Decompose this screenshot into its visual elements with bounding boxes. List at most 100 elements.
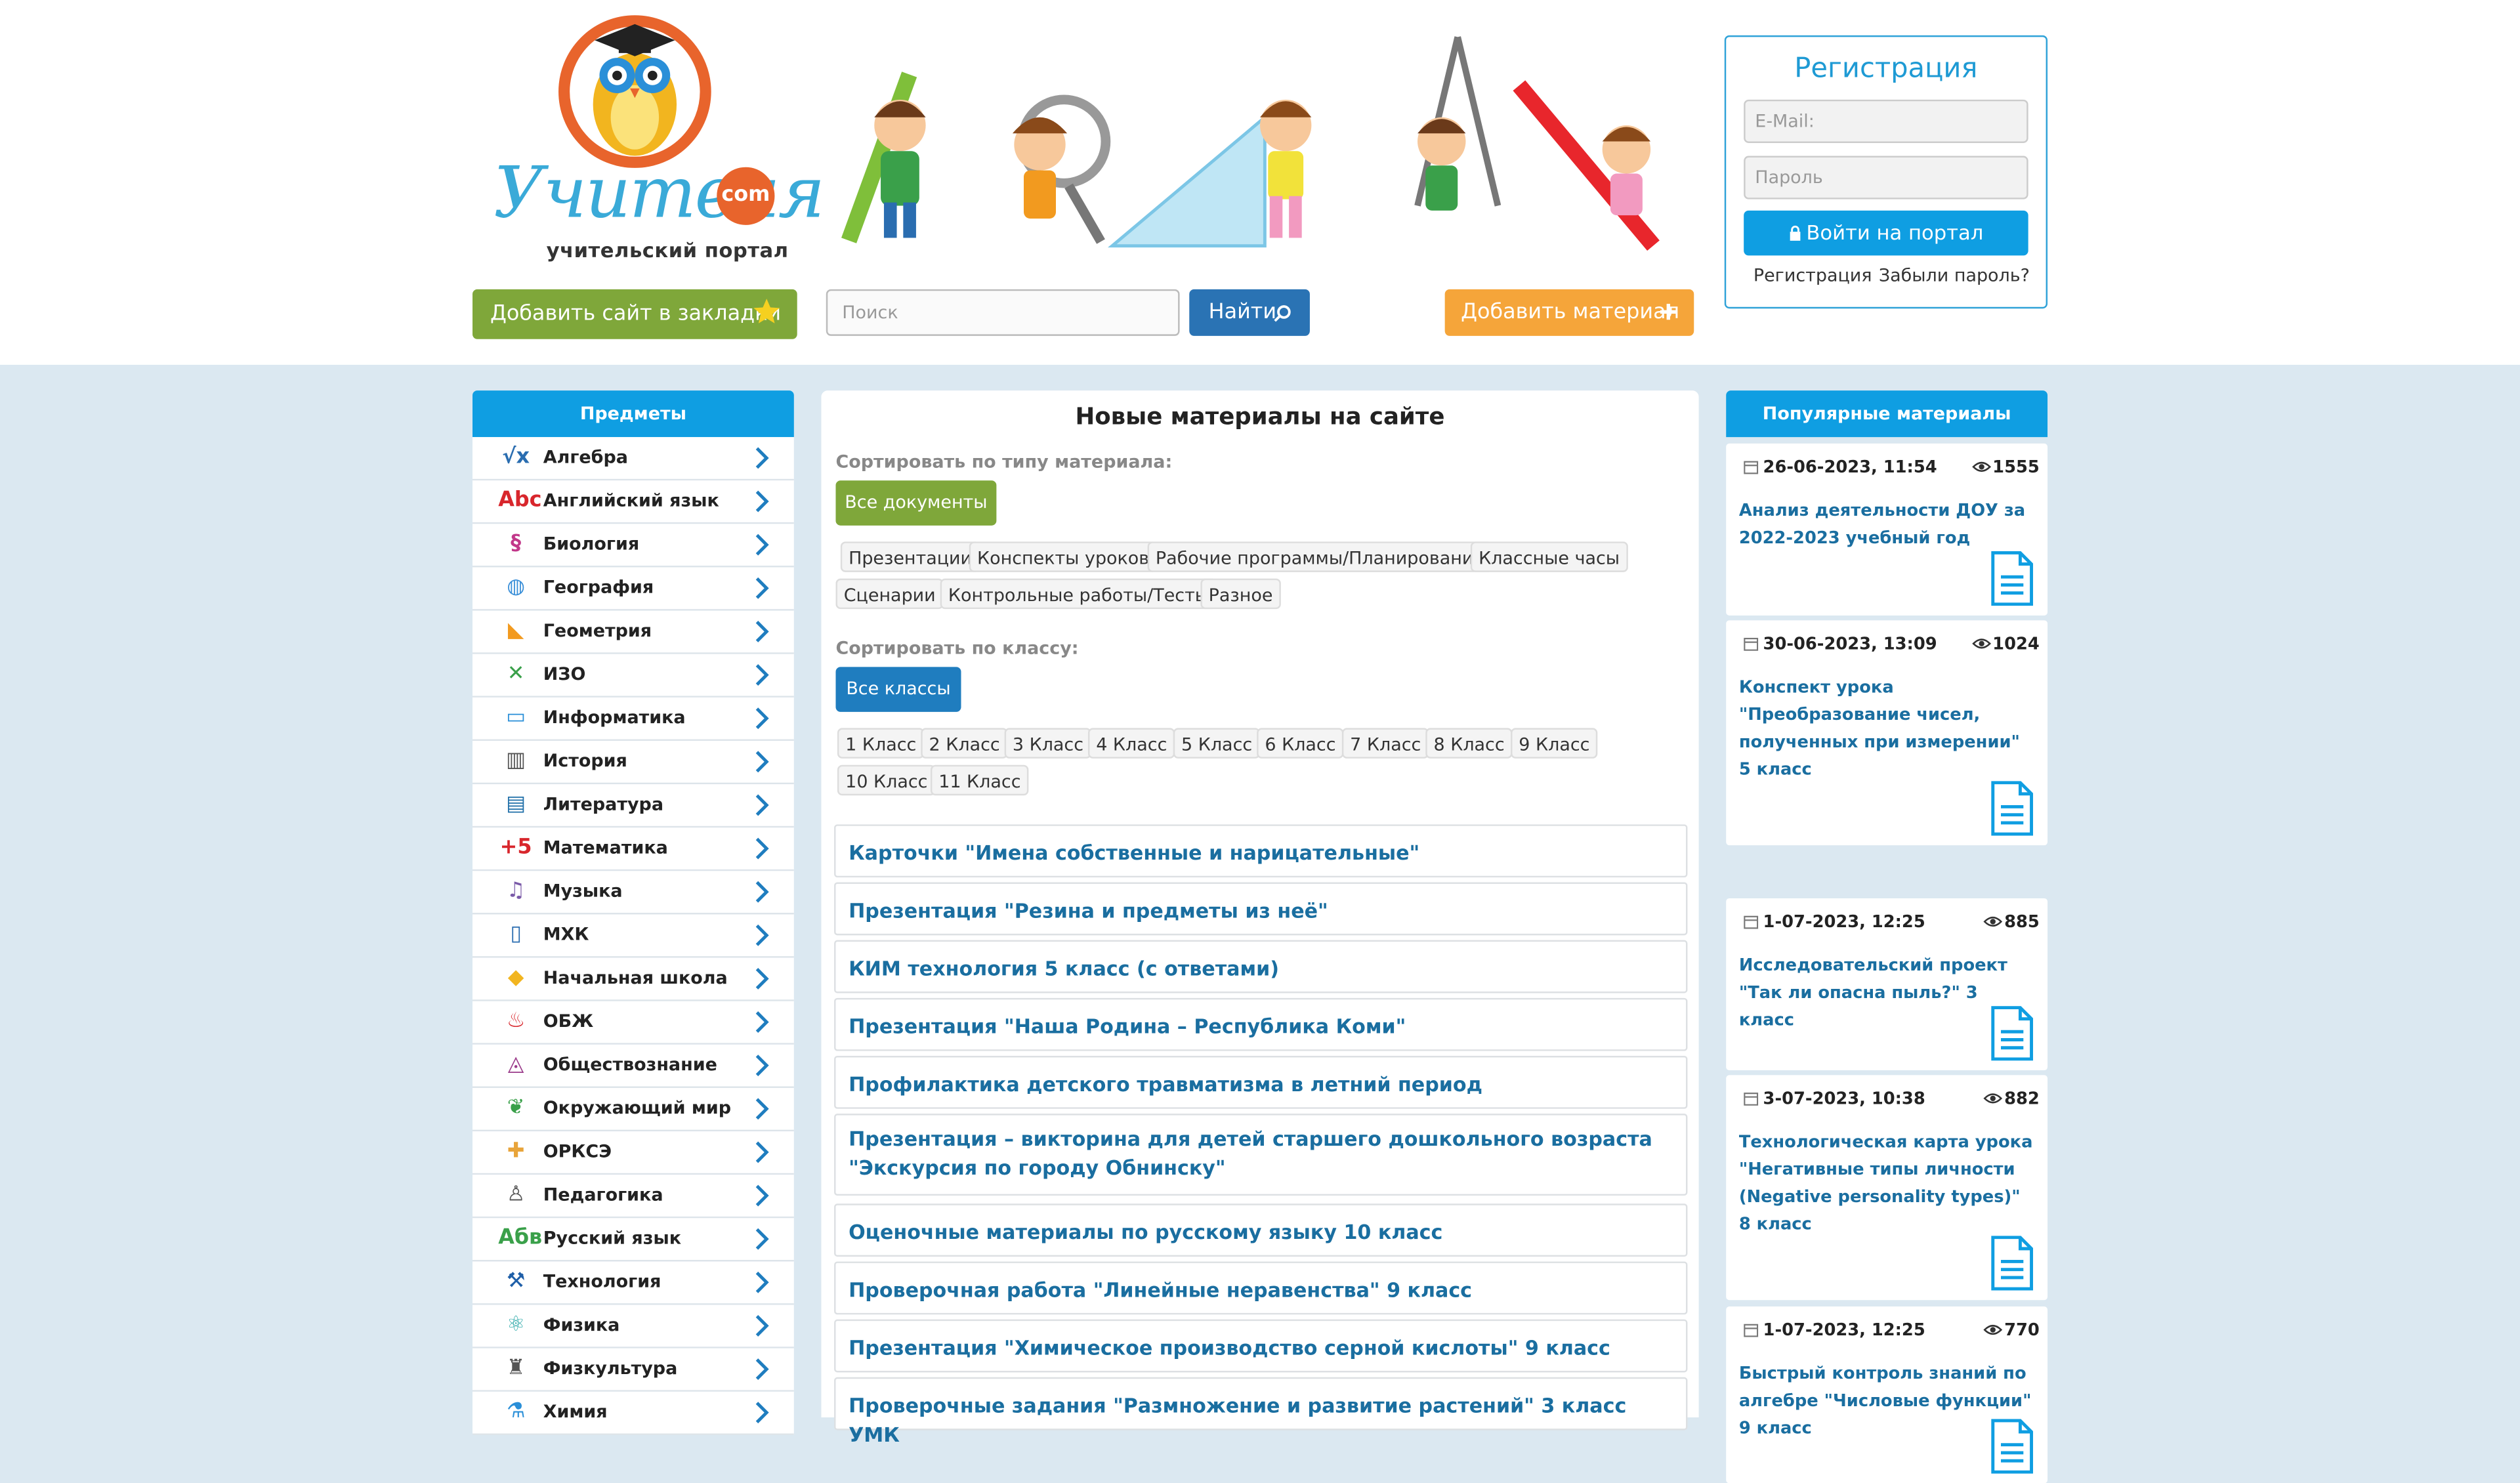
class-filter-tag[interactable]: 7 Класс [1341, 728, 1429, 759]
material-item[interactable]: Оценочные материалы по русскому языку 10… [834, 1203, 1688, 1257]
popular-card[interactable]: 1-07-2023, 12:25 770 Быстрый контроль знан… [1726, 1306, 2048, 1483]
chevron-right-icon [755, 751, 769, 773]
chevron-right-icon [755, 490, 769, 512]
popular-card[interactable]: 26-06-2023, 11:54 1555 Анализ деятельности… [1726, 443, 2048, 616]
type-filter-tag[interactable]: Сценарии [835, 578, 944, 610]
material-item[interactable]: КИМ технология 5 класс (с ответами) [834, 940, 1688, 993]
subject-item[interactable]: ⚛ Физика [472, 1305, 794, 1348]
popular-card[interactable]: 3-07-2023, 10:38 882 Технологическая карта… [1726, 1075, 2048, 1301]
material-item[interactable]: Презентация "Наша Родина – Республика Ко… [834, 997, 1688, 1051]
find-button[interactable]: Найти [1189, 289, 1310, 336]
subject-label: ОРКСЭ [543, 1140, 612, 1162]
subject-item[interactable]: √x Алгебра [472, 437, 794, 481]
date-group: 1-07-2023, 12:25 [1744, 1321, 1925, 1340]
subject-item[interactable]: ▯ МХК [472, 914, 794, 958]
open-book-icon: ▯ [510, 922, 522, 947]
material-item[interactable]: Проверочная работа "Линейные неравенства… [834, 1261, 1688, 1315]
password-field[interactable]: Пароль [1744, 156, 2028, 199]
subject-label: Технология [543, 1271, 662, 1292]
type-filter-tag[interactable]: Рабочие программы/Планирование [1147, 541, 1493, 572]
subject-item[interactable]: Абв Русский язык [472, 1218, 794, 1262]
subject-item[interactable]: ♨ ОБЖ [472, 1001, 794, 1045]
bookmark-button[interactable]: Добавить сайт в закладки [472, 289, 797, 339]
type-filter-tag[interactable]: Разное [1200, 578, 1281, 610]
popular-title-link[interactable]: Конспект урока "Преобразование чисел, по… [1739, 675, 2035, 785]
material-link[interactable]: Презентация – викторина для детей старше… [835, 1116, 1686, 1183]
type-filter-tag[interactable]: Классные часы [1470, 541, 1628, 572]
subject-label: ИЗО [543, 663, 586, 685]
document-icon [1991, 551, 2033, 606]
class-filter-tag[interactable]: 1 Класс [837, 728, 925, 759]
subject-item[interactable]: ♙ Педагогика [472, 1175, 794, 1219]
popular-title-link[interactable]: Анализ деятельности ДОУ за 2022-2023 уче… [1739, 498, 2035, 553]
all-documents-button[interactable]: Все документы [835, 480, 997, 526]
class-filter-tag[interactable]: 10 Класс [837, 764, 936, 796]
material-item[interactable]: Проверочные задания "Размножение и разви… [834, 1377, 1688, 1446]
material-link[interactable]: Профилактика детского травматизма в летн… [835, 1057, 1686, 1099]
popular-card[interactable]: 1-07-2023, 12:25 885 Исследовательский про… [1726, 898, 2048, 1071]
material-link[interactable]: Карточки "Имена собственные и нарицатель… [835, 826, 1686, 868]
material-item[interactable]: Презентация – викторина для детей старше… [834, 1114, 1688, 1196]
subject-item[interactable]: ✚ ОРКСЭ [472, 1131, 794, 1175]
chevron-right-icon [755, 794, 769, 816]
chevron-right-icon [755, 533, 769, 556]
material-link[interactable]: Проверочная работа "Линейные неравенства… [835, 1263, 1686, 1305]
subject-item[interactable]: ◍ География [472, 567, 794, 611]
type-filter-tag[interactable]: Конспекты уроков [969, 541, 1158, 572]
material-link[interactable]: Оценочные материалы по русскому языку 10… [835, 1205, 1686, 1247]
subject-item[interactable]: ▭ Информатика [472, 697, 794, 741]
owl-logo-icon[interactable] [547, 8, 723, 169]
subject-label: Информатика [543, 707, 686, 728]
material-item[interactable]: Презентация "Резина и предметы из неё" [834, 882, 1688, 936]
chevron-right-icon [755, 1314, 769, 1337]
subject-item[interactable]: ◬ Обществознание [472, 1044, 794, 1088]
subject-item[interactable]: ⚒ Технология [472, 1261, 794, 1305]
type-filter-tag[interactable]: Презентации [840, 541, 980, 572]
flask-icon: ⚗ [506, 1400, 526, 1424]
class-filter-tag[interactable]: 4 Класс [1087, 728, 1175, 759]
subject-item[interactable]: ❦ Окружающий мир [472, 1087, 794, 1132]
material-link[interactable]: Проверочные задания "Размножение и разви… [835, 1379, 1686, 1450]
material-item[interactable]: Профилактика детского травматизма в летн… [834, 1055, 1688, 1109]
add-material-button[interactable]: Добавить материал [1444, 289, 1694, 336]
material-item[interactable]: Презентация "Химическое производство сер… [834, 1319, 1688, 1373]
popular-card[interactable]: 30-06-2023, 13:09 1024 Конспект урока "Пре… [1726, 620, 2048, 846]
class-filter-tag[interactable]: 6 Класс [1257, 728, 1344, 759]
subject-item[interactable]: Abc Английский язык [472, 480, 794, 524]
document-icon [1991, 1006, 2033, 1061]
all-classes-button[interactable]: Все классы [835, 667, 961, 712]
material-link[interactable]: Презентация "Наша Родина – Республика Ко… [835, 999, 1686, 1041]
chevron-right-icon [755, 577, 769, 599]
class-filter-tag[interactable]: 9 Класс [1511, 728, 1598, 759]
class-filter-tag[interactable]: 2 Класс [921, 728, 1008, 759]
material-link[interactable]: Презентация "Резина и предметы из неё" [835, 884, 1686, 926]
popular-title-link[interactable]: Технологическая карта урока "Негативные … [1739, 1130, 2035, 1240]
views-group: 882 [1983, 1089, 2040, 1109]
material-link[interactable]: КИМ технология 5 класс (с ответами) [835, 942, 1686, 984]
subject-item[interactable]: ♫ Музыка [472, 871, 794, 915]
subject-item[interactable]: ⚗ Химия [472, 1391, 794, 1435]
subject-item[interactable]: ◣ Геометрия [472, 610, 794, 654]
class-filter-tag[interactable]: 11 Класс [930, 764, 1029, 796]
register-link[interactable]: Регистрация [1754, 265, 1872, 286]
subject-item[interactable]: ◆ Начальная школа [472, 957, 794, 1001]
type-filter-tag[interactable]: Контрольные работы/Тесты [940, 578, 1217, 610]
subject-item[interactable]: ♜ Физкультура [472, 1348, 794, 1392]
forgot-password-link[interactable]: Забыли пароль? [1879, 265, 2030, 286]
login-button[interactable]: Войти на портал [1744, 210, 2028, 256]
search-input[interactable]: Поиск [826, 289, 1180, 336]
subject-item[interactable]: ✕ ИЗО [472, 654, 794, 698]
subject-label: История [543, 750, 627, 772]
class-filter-tag[interactable]: 5 Класс [1173, 728, 1261, 759]
material-link[interactable]: Презентация "Химическое производство сер… [835, 1321, 1686, 1363]
subject-item[interactable]: ▥ История [472, 740, 794, 785]
class-filter-tag[interactable]: 8 Класс [1425, 728, 1513, 759]
new-materials-panel: Новые материалы на сайте Сортировать по … [821, 390, 1699, 1446]
subject-item[interactable]: +5 Математика [472, 827, 794, 871]
class-filter-tag[interactable]: 3 Класс [1004, 728, 1092, 759]
material-item[interactable]: Карточки "Имена собственные и нарицатель… [834, 824, 1688, 878]
email-field[interactable]: E-Mail: [1744, 99, 2028, 143]
subject-item[interactable]: ▤ Литература [472, 784, 794, 828]
subject-item[interactable]: § Биология [472, 524, 794, 568]
eye-icon [1983, 1325, 2003, 1335]
